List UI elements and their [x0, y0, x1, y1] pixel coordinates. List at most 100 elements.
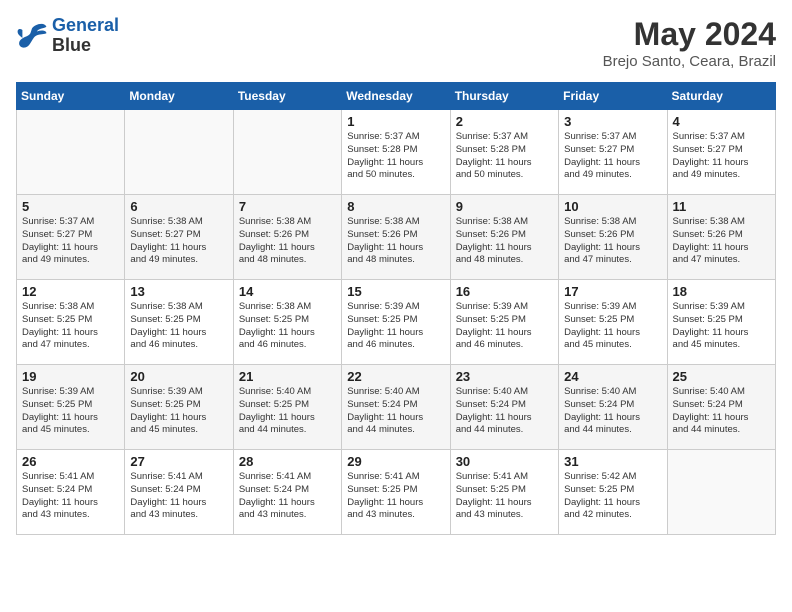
day-number: 11	[673, 199, 770, 214]
calendar-day-cell: 13Sunrise: 5:38 AM Sunset: 5:25 PM Dayli…	[125, 280, 233, 365]
calendar-day-cell: 10 Sunrise: 5:38 AM Sunset: 5:26 PM Dayli…	[559, 195, 667, 280]
day-content: Sunrise: 5:40 AM Sunset: 5:24 PM Dayligh…	[456, 386, 553, 437]
calendar-day-cell: 27 Sunrise: 5:41 AM Sunset: 5:24 PM Dayli…	[125, 450, 233, 535]
calendar-empty-cell	[233, 110, 341, 195]
calendar-day-cell: 17Sunrise: 5:39 AM Sunset: 5:25 PM Dayli…	[559, 280, 667, 365]
day-content: Sunrise: 5:38 AM Sunset: 5:26 PM Dayligh…	[239, 216, 336, 267]
day-of-week-header: Thursday	[450, 83, 558, 110]
day-number: 27	[130, 454, 227, 469]
day-content: Sunrise: 5:40 AM Sunset: 5:24 PM Dayligh…	[564, 386, 661, 437]
day-content: Sunrise: 5:37 AM Sunset: 5:28 PM Dayligh…	[456, 131, 553, 182]
calendar-day-cell: 30 Sunrise: 5:41 AM Sunset: 5:25 PM Dayli…	[450, 450, 558, 535]
day-number: 12	[22, 284, 119, 299]
day-content: Sunrise: 5:38 AM Sunset: 5:25 PM Dayligh…	[22, 301, 119, 352]
day-number: 19	[22, 369, 119, 384]
day-content: Sunrise: 5:40 AM Sunset: 5:24 PM Dayligh…	[673, 386, 770, 437]
day-content: Sunrise: 5:38 AM Sunset: 5:26 PM Dayligh…	[347, 216, 444, 267]
day-content: Sunrise: 5:41 AM Sunset: 5:25 PM Dayligh…	[456, 471, 553, 522]
day-number: 22	[347, 369, 444, 384]
logo: General Blue	[16, 16, 119, 56]
day-number: 21	[239, 369, 336, 384]
day-content: Sunrise: 5:39 AM Sunset: 5:25 PM Dayligh…	[347, 301, 444, 352]
day-content: Sunrise: 5:39 AM Sunset: 5:25 PM Dayligh…	[564, 301, 661, 352]
day-number: 26	[22, 454, 119, 469]
day-content: Sunrise: 5:38 AM Sunset: 5:26 PM Dayligh…	[564, 216, 661, 267]
day-content: Sunrise: 5:39 AM Sunset: 5:25 PM Dayligh…	[22, 386, 119, 437]
calendar-day-cell: 28 Sunrise: 5:41 AM Sunset: 5:24 PM Dayli…	[233, 450, 341, 535]
day-number: 20	[130, 369, 227, 384]
day-content: Sunrise: 5:38 AM Sunset: 5:26 PM Dayligh…	[673, 216, 770, 267]
day-content: Sunrise: 5:38 AM Sunset: 5:25 PM Dayligh…	[239, 301, 336, 352]
day-number: 4	[673, 114, 770, 129]
day-number: 1	[347, 114, 444, 129]
calendar-empty-cell	[17, 110, 125, 195]
day-content: Sunrise: 5:41 AM Sunset: 5:24 PM Dayligh…	[130, 471, 227, 522]
calendar-day-cell: 31 Sunrise: 5:42 AM Sunset: 5:25 PM Dayli…	[559, 450, 667, 535]
day-number: 15	[347, 284, 444, 299]
day-number: 3	[564, 114, 661, 129]
day-number: 28	[239, 454, 336, 469]
calendar-week-row: 12 Sunrise: 5:38 AM Sunset: 5:25 PM Dayli…	[17, 280, 776, 365]
day-number: 30	[456, 454, 553, 469]
calendar-day-cell: 19 Sunrise: 5:39 AM Sunset: 5:25 PM Dayli…	[17, 365, 125, 450]
day-content: Sunrise: 5:38 AM Sunset: 5:27 PM Dayligh…	[130, 216, 227, 267]
calendar-empty-cell	[125, 110, 233, 195]
calendar-day-cell: 9Sunrise: 5:38 AM Sunset: 5:26 PM Daylig…	[450, 195, 558, 280]
title-area: May 2024 Brejo Santo, Ceara, Brazil	[603, 16, 776, 70]
day-number: 29	[347, 454, 444, 469]
day-of-week-header: Tuesday	[233, 83, 341, 110]
day-number: 23	[456, 369, 553, 384]
logo-text: General Blue	[52, 16, 119, 56]
logo-bird-icon	[16, 22, 48, 50]
day-content: Sunrise: 5:37 AM Sunset: 5:27 PM Dayligh…	[564, 131, 661, 182]
calendar-day-cell: 12 Sunrise: 5:38 AM Sunset: 5:25 PM Dayli…	[17, 280, 125, 365]
day-number: 10	[564, 199, 661, 214]
day-content: Sunrise: 5:41 AM Sunset: 5:24 PM Dayligh…	[239, 471, 336, 522]
day-number: 5	[22, 199, 119, 214]
calendar-week-row: 5 Sunrise: 5:37 AM Sunset: 5:27 PM Daylig…	[17, 195, 776, 280]
day-content: Sunrise: 5:41 AM Sunset: 5:25 PM Dayligh…	[347, 471, 444, 522]
day-of-week-header: Wednesday	[342, 83, 450, 110]
calendar-day-cell: 4Sunrise: 5:37 AM Sunset: 5:27 PM Daylig…	[667, 110, 775, 195]
calendar-header-row: SundayMondayTuesdayWednesdayThursdayFrid…	[17, 83, 776, 110]
day-number: 16	[456, 284, 553, 299]
day-number: 18	[673, 284, 770, 299]
calendar-day-cell: 8 Sunrise: 5:38 AM Sunset: 5:26 PM Daylig…	[342, 195, 450, 280]
day-of-week-header: Friday	[559, 83, 667, 110]
day-number: 13	[130, 284, 227, 299]
calendar-day-cell: 21 Sunrise: 5:40 AM Sunset: 5:25 PM Dayli…	[233, 365, 341, 450]
day-number: 7	[239, 199, 336, 214]
day-number: 2	[456, 114, 553, 129]
day-of-week-header: Sunday	[17, 83, 125, 110]
calendar-day-cell: 7 Sunrise: 5:38 AM Sunset: 5:26 PM Daylig…	[233, 195, 341, 280]
day-content: Sunrise: 5:40 AM Sunset: 5:25 PM Dayligh…	[239, 386, 336, 437]
calendar-day-cell: 16 Sunrise: 5:39 AM Sunset: 5:25 PM Dayli…	[450, 280, 558, 365]
calendar-day-cell: 26 Sunrise: 5:41 AM Sunset: 5:24 PM Dayli…	[17, 450, 125, 535]
day-content: Sunrise: 5:39 AM Sunset: 5:25 PM Dayligh…	[456, 301, 553, 352]
calendar-day-cell: 6 Sunrise: 5:38 AM Sunset: 5:27 PM Daylig…	[125, 195, 233, 280]
day-content: Sunrise: 5:42 AM Sunset: 5:25 PM Dayligh…	[564, 471, 661, 522]
day-content: Sunrise: 5:39 AM Sunset: 5:25 PM Dayligh…	[130, 386, 227, 437]
day-number: 25	[673, 369, 770, 384]
calendar-day-cell: 25 Sunrise: 5:40 AM Sunset: 5:24 PM Dayli…	[667, 365, 775, 450]
day-number: 31	[564, 454, 661, 469]
calendar-day-cell: 5 Sunrise: 5:37 AM Sunset: 5:27 PM Daylig…	[17, 195, 125, 280]
day-number: 9	[456, 199, 553, 214]
day-of-week-header: Monday	[125, 83, 233, 110]
location: Brejo Santo, Ceara, Brazil	[603, 53, 776, 70]
calendar-week-row: 19 Sunrise: 5:39 AM Sunset: 5:25 PM Dayli…	[17, 365, 776, 450]
calendar-day-cell: 14Sunrise: 5:38 AM Sunset: 5:25 PM Dayli…	[233, 280, 341, 365]
calendar-day-cell: 29 Sunrise: 5:41 AM Sunset: 5:25 PM Dayli…	[342, 450, 450, 535]
calendar-day-cell: 11 Sunrise: 5:38 AM Sunset: 5:26 PM Dayli…	[667, 195, 775, 280]
calendar-week-row: 26 Sunrise: 5:41 AM Sunset: 5:24 PM Dayli…	[17, 450, 776, 535]
calendar-day-cell: 2 Sunrise: 5:37 AM Sunset: 5:28 PM Daylig…	[450, 110, 558, 195]
day-number: 8	[347, 199, 444, 214]
calendar-empty-cell	[667, 450, 775, 535]
day-content: Sunrise: 5:41 AM Sunset: 5:24 PM Dayligh…	[22, 471, 119, 522]
calendar-day-cell: 24Sunrise: 5:40 AM Sunset: 5:24 PM Dayli…	[559, 365, 667, 450]
day-number: 6	[130, 199, 227, 214]
day-content: Sunrise: 5:37 AM Sunset: 5:28 PM Dayligh…	[347, 131, 444, 182]
calendar-day-cell: 1 Sunrise: 5:37 AM Sunset: 5:28 PM Daylig…	[342, 110, 450, 195]
calendar-day-cell: 22Sunrise: 5:40 AM Sunset: 5:24 PM Dayli…	[342, 365, 450, 450]
day-content: Sunrise: 5:37 AM Sunset: 5:27 PM Dayligh…	[22, 216, 119, 267]
